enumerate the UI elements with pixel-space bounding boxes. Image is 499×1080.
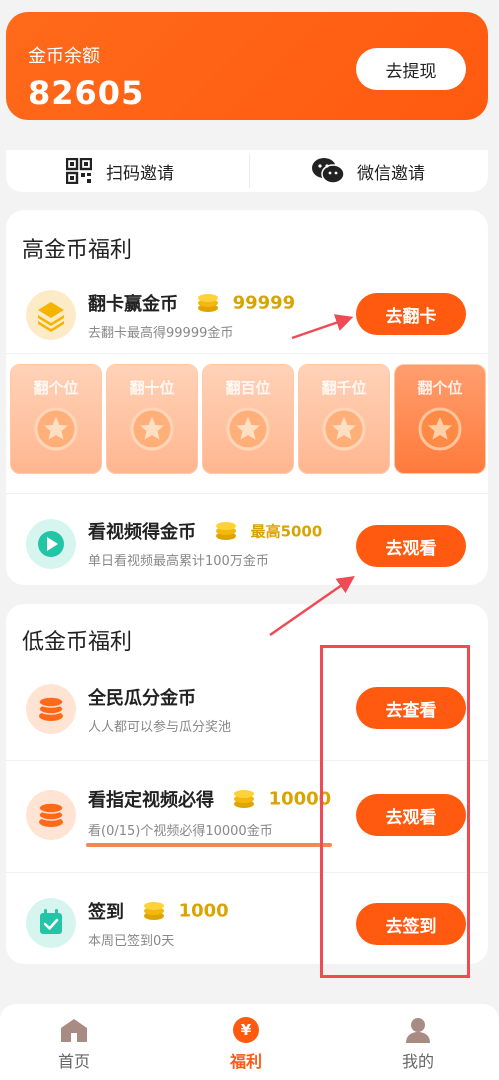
tab-welfare-label: 福利 bbox=[229, 1052, 262, 1071]
flip-card-label: 翻十位 bbox=[129, 379, 175, 397]
scan-invite-button[interactable]: 扫码邀请 bbox=[66, 150, 174, 192]
flip-card[interactable]: 翻千位 bbox=[298, 364, 390, 474]
coin-stack-icon bbox=[26, 684, 76, 734]
checkin-title-line: 签到 1000 bbox=[88, 898, 229, 924]
flip-card[interactable]: 翻个位 bbox=[394, 364, 486, 474]
coin-icon bbox=[234, 790, 255, 808]
flip-reward: 99999 bbox=[232, 292, 296, 314]
star-coin-icon bbox=[418, 407, 462, 451]
balance-label: 金币余额 bbox=[28, 46, 100, 67]
flip-cards-row: 翻个位 翻十位 翻百位 翻千位 翻个位 bbox=[8, 364, 490, 474]
low-section-title: 低金币福利 bbox=[22, 630, 133, 655]
watch-video-button[interactable]: 去观看 bbox=[356, 525, 466, 567]
wechat-icon bbox=[312, 158, 345, 184]
high-section-title: 高金币福利 bbox=[22, 238, 133, 263]
video-row: 看视频得金币 最高5000 单日看视频最高累计100万金币 去观看 bbox=[6, 514, 488, 584]
video-reward: 最高5000 bbox=[250, 522, 323, 541]
tab-mine[interactable]: 我的 bbox=[358, 1004, 478, 1080]
star-coin-icon bbox=[130, 407, 174, 451]
divider bbox=[6, 493, 488, 494]
specified-video-title-line: 看指定视频必得 10000 bbox=[88, 786, 331, 812]
layers-icon bbox=[26, 290, 76, 340]
star-coin-icon bbox=[322, 407, 366, 451]
tab-home[interactable]: 首页 bbox=[14, 1004, 134, 1080]
calendar-check-icon bbox=[26, 898, 76, 948]
share-coin-title: 全民瓜分金币 bbox=[88, 688, 196, 709]
invite-bar: 扫码邀请 微信邀请 bbox=[6, 150, 488, 192]
video-subtitle: 单日看视频最高累计100万金币 bbox=[88, 554, 269, 569]
tab-welfare[interactable]: ¥ 福利 bbox=[186, 1004, 306, 1080]
coin-stack-icon bbox=[26, 790, 76, 840]
flip-card-label: 翻千位 bbox=[321, 379, 367, 397]
flip-subtitle: 去翻卡最高得99999金币 bbox=[88, 326, 234, 341]
balance-value: 82605 bbox=[28, 74, 145, 112]
star-coin-icon bbox=[226, 407, 270, 451]
home-icon bbox=[61, 1019, 87, 1042]
yuan-coin-icon: ¥ bbox=[233, 1017, 259, 1043]
flip-card-label: 翻个位 bbox=[33, 379, 79, 397]
svg-text:¥: ¥ bbox=[241, 1021, 252, 1039]
bottom-tab-bar: 首页 ¥ 福利 我的 bbox=[0, 1004, 499, 1080]
wechat-invite-button[interactable]: 微信邀请 bbox=[311, 150, 425, 192]
flip-title: 翻卡赢金币 bbox=[88, 294, 178, 315]
tab-mine-label: 我的 bbox=[401, 1052, 434, 1071]
flip-card-button[interactable]: 去翻卡 bbox=[356, 293, 466, 335]
scan-invite-label: 扫码邀请 bbox=[106, 163, 174, 184]
user-icon bbox=[406, 1018, 430, 1043]
wechat-invite-label: 微信邀请 bbox=[357, 163, 425, 184]
flip-card[interactable]: 翻百位 bbox=[202, 364, 294, 474]
qr-code-icon bbox=[66, 158, 92, 184]
checkin-title: 签到 bbox=[88, 902, 124, 923]
play-icon bbox=[26, 519, 76, 569]
specified-video-subtitle: 看(0/15)个视频必得10000金币 bbox=[88, 824, 273, 839]
annotation-underline bbox=[86, 843, 332, 847]
flip-card-row: 翻卡赢金币 99999 去翻卡最高得99999金币 去翻卡 bbox=[6, 286, 488, 356]
video-title: 看视频得金币 bbox=[88, 522, 196, 543]
tab-home-label: 首页 bbox=[57, 1052, 90, 1071]
flip-card[interactable]: 翻个位 bbox=[10, 364, 102, 474]
balance-card: 金币余额 82605 去提现 bbox=[6, 12, 488, 120]
flip-card[interactable]: 翻十位 bbox=[106, 364, 198, 474]
specified-video-title: 看指定视频必得 bbox=[88, 790, 214, 811]
video-title-line: 看视频得金币 最高5000 bbox=[88, 518, 322, 544]
high-coin-section: 高金币福利 翻卡赢金币 99999 去翻卡最高得99999金币 去翻卡 翻个位 … bbox=[6, 210, 488, 585]
annotation-highlight-box bbox=[320, 645, 470, 978]
share-coin-subtitle: 人人都可以参与瓜分奖池 bbox=[88, 720, 232, 735]
flip-card-label: 翻个位 bbox=[417, 379, 463, 397]
flip-card-label: 翻百位 bbox=[225, 379, 271, 397]
coin-icon bbox=[216, 522, 237, 540]
invite-divider bbox=[249, 154, 250, 188]
checkin-reward: 1000 bbox=[178, 900, 229, 922]
flip-title-line: 翻卡赢金币 99999 bbox=[88, 290, 295, 316]
divider bbox=[6, 353, 488, 354]
coin-icon bbox=[198, 294, 219, 312]
coin-icon bbox=[144, 902, 165, 920]
star-coin-icon bbox=[34, 407, 78, 451]
checkin-subtitle: 本周已签到0天 bbox=[88, 934, 175, 949]
withdraw-button[interactable]: 去提现 bbox=[356, 48, 466, 90]
